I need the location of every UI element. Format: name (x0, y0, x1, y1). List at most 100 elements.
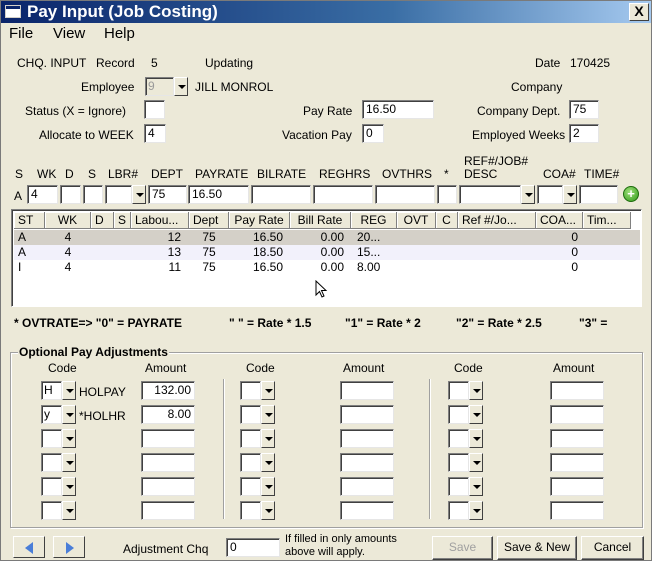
adj-amount-input[interactable]: 8.00 (141, 405, 195, 424)
adj-code-combo[interactable] (240, 429, 275, 448)
allocate-week-input[interactable]: 4 (144, 124, 166, 143)
adj-code-combo[interactable] (240, 405, 275, 424)
adj-code-value[interactable] (240, 405, 261, 424)
previous-record-button[interactable] (13, 536, 45, 558)
chevron-down-icon[interactable] (261, 501, 275, 520)
col-dept[interactable]: Dept (189, 212, 229, 229)
adj-code-combo[interactable]: H (41, 381, 76, 400)
col-s[interactable]: S (114, 212, 131, 229)
entry-reghrs-input[interactable] (313, 185, 373, 204)
employed-weeks-input[interactable]: 2 (569, 124, 599, 143)
adj-code-combo[interactable] (240, 477, 275, 496)
adj-code-value[interactable] (41, 453, 62, 472)
col-ref[interactable]: Ref #/Jo... (458, 212, 536, 229)
chevron-down-icon[interactable] (521, 185, 535, 204)
chevron-down-icon[interactable] (261, 429, 275, 448)
add-line-button[interactable]: + (623, 186, 639, 202)
adj-code-combo[interactable] (41, 501, 76, 520)
col-c[interactable]: C (436, 212, 458, 229)
menu-file[interactable]: File (9, 25, 33, 42)
adj-code-combo[interactable] (448, 405, 483, 424)
adj-amount-input[interactable] (550, 477, 604, 496)
entry-coa-combo[interactable] (537, 185, 577, 204)
col-coa[interactable]: COA... (536, 212, 583, 229)
entry-lbr-combo[interactable] (105, 185, 146, 204)
adj-code-value[interactable] (448, 381, 469, 400)
chevron-down-icon[interactable] (469, 405, 483, 424)
chevron-down-icon[interactable] (62, 453, 76, 472)
col-st[interactable]: ST (14, 212, 45, 229)
table-row[interactable]: I 4 11 75 16.50 0.00 8.00 0 (14, 260, 640, 275)
adj-code-combo[interactable] (240, 453, 275, 472)
adj-code-value[interactable] (240, 429, 261, 448)
menu-view[interactable]: View (53, 25, 85, 42)
adj-code-combo[interactable] (41, 477, 76, 496)
col-d[interactable]: D (91, 212, 114, 229)
chevron-down-icon[interactable] (261, 381, 275, 400)
adj-code-value[interactable] (41, 429, 62, 448)
entry-bilrate-input[interactable] (251, 185, 311, 204)
adj-code-value[interactable] (240, 381, 261, 400)
chevron-down-icon[interactable] (132, 185, 146, 204)
entry-s-input[interactable] (83, 185, 103, 204)
adj-code-combo[interactable] (240, 501, 275, 520)
entry-d-input[interactable] (60, 185, 81, 204)
adj-code-value[interactable]: y (41, 405, 62, 424)
chevron-down-icon[interactable] (261, 453, 275, 472)
employee-code[interactable]: 9 (145, 77, 174, 96)
adj-amount-input[interactable] (340, 501, 394, 520)
adj-code-combo[interactable] (448, 477, 483, 496)
save-and-new-button[interactable]: Save & New (497, 536, 577, 560)
adj-code-value[interactable] (448, 477, 469, 496)
chevron-down-icon[interactable] (261, 405, 275, 424)
adj-amount-input[interactable] (550, 501, 604, 520)
col-wk[interactable]: WK (45, 212, 91, 229)
adj-code-value[interactable] (448, 453, 469, 472)
chevron-down-icon[interactable] (563, 185, 577, 204)
adj-code-value[interactable] (448, 429, 469, 448)
col-labour[interactable]: Labou... (131, 212, 189, 229)
col-bill-rate[interactable]: Bill Rate (290, 212, 351, 229)
chevron-down-icon[interactable] (174, 77, 188, 96)
entry-lbr-value[interactable] (105, 185, 132, 204)
adj-code-combo[interactable] (448, 429, 483, 448)
adj-amount-input[interactable] (141, 501, 195, 520)
chevron-down-icon[interactable] (62, 477, 76, 496)
adj-amount-input[interactable] (141, 477, 195, 496)
status-input[interactable] (144, 100, 165, 119)
col-pay-rate[interactable]: Pay Rate (229, 212, 290, 229)
adj-code-value[interactable] (240, 501, 261, 520)
pay-lines-grid[interactable]: ST WK D S Labou... Dept Pay Rate Bill Ra… (11, 209, 642, 307)
adj-amount-input[interactable] (340, 477, 394, 496)
adj-code-combo[interactable] (448, 381, 483, 400)
adj-code-combo[interactable]: y (41, 405, 76, 424)
adj-amount-input[interactable] (340, 381, 394, 400)
chevron-down-icon[interactable] (62, 405, 76, 424)
chevron-down-icon[interactable] (469, 429, 483, 448)
company-dept-input[interactable]: 75 (569, 100, 599, 119)
adj-code-value[interactable] (240, 477, 261, 496)
next-record-button[interactable] (53, 536, 85, 558)
adj-amount-input[interactable] (550, 405, 604, 424)
adj-amount-input[interactable] (340, 453, 394, 472)
adj-code-value[interactable] (448, 405, 469, 424)
pay-rate-input[interactable]: 16.50 (362, 100, 434, 119)
chevron-down-icon[interactable] (469, 381, 483, 400)
entry-star-input[interactable] (437, 185, 457, 204)
menu-help[interactable]: Help (104, 25, 135, 42)
entry-dept-input[interactable]: 75 (148, 185, 187, 204)
adj-amount-input[interactable] (340, 405, 394, 424)
entry-payrate-input[interactable]: 16.50 (188, 185, 249, 204)
adj-amount-input[interactable] (141, 429, 195, 448)
adj-code-combo[interactable] (448, 453, 483, 472)
adj-amount-input[interactable] (550, 453, 604, 472)
entry-ref-value[interactable] (459, 185, 521, 204)
adj-code-value[interactable] (448, 501, 469, 520)
chevron-down-icon[interactable] (469, 453, 483, 472)
chevron-down-icon[interactable] (62, 381, 76, 400)
adj-amount-input[interactable] (550, 429, 604, 448)
col-reg[interactable]: REG (351, 212, 397, 229)
adj-code-value[interactable]: H (41, 381, 62, 400)
close-button[interactable]: X (629, 3, 649, 21)
adj-amount-input[interactable] (141, 453, 195, 472)
